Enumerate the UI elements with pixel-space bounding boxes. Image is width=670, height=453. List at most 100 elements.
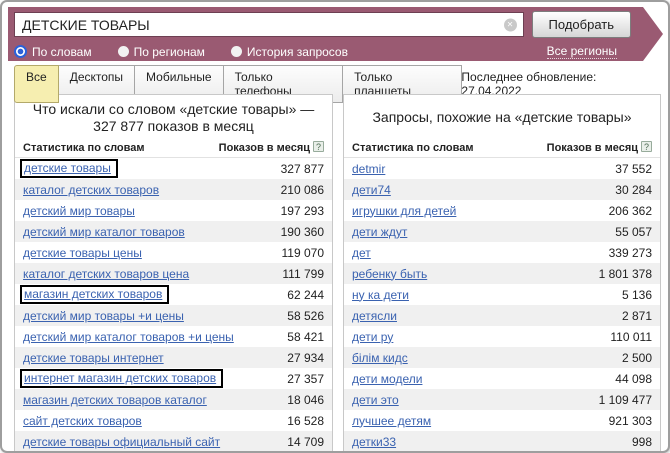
left-table: детские товары 327 877 каталог детских тов… bbox=[15, 158, 332, 452]
keyword-link[interactable]: detmir bbox=[352, 162, 385, 176]
right-column-headers: Статистика по словам Показов в месяц? bbox=[344, 137, 660, 158]
column-keyword-label: Статистика по словам bbox=[352, 142, 474, 154]
radio-icon bbox=[14, 45, 27, 58]
keyword-link[interactable]: магазин детских товаров bbox=[20, 285, 169, 304]
shows-value: 327 877 bbox=[281, 162, 324, 176]
search-header: × Подобрать По словам По регионам История … bbox=[8, 7, 663, 61]
table-row: детские товары интернет27 934 bbox=[15, 347, 332, 368]
shows-value: 1 801 378 bbox=[599, 267, 652, 281]
shows-value: 55 057 bbox=[615, 225, 652, 239]
shows-value: 190 360 bbox=[281, 225, 324, 239]
shows-value: 339 273 bbox=[609, 246, 652, 260]
keyword-link[interactable]: детский мир каталог товаров bbox=[23, 225, 185, 239]
radio-icon bbox=[118, 46, 129, 57]
help-icon[interactable]: ? bbox=[313, 141, 324, 152]
table-row: детский мир каталог товаров +и цены58 42… bbox=[15, 326, 332, 347]
table-row: дети74 30 284 bbox=[344, 179, 660, 200]
shows-value: 2 500 bbox=[622, 351, 652, 365]
shows-value: 210 086 bbox=[281, 183, 324, 197]
keyword-link[interactable]: магазин детских товаров каталог bbox=[23, 393, 207, 407]
submit-button[interactable]: Подобрать bbox=[532, 11, 631, 38]
keyword-link[interactable]: детский мир каталог товаров +и цены bbox=[23, 330, 234, 344]
radio-label: По регионам bbox=[134, 45, 205, 59]
keyword-link[interactable]: дети ру bbox=[352, 330, 393, 344]
left-panel: Что искали со словом «детские товары» — … bbox=[14, 94, 333, 453]
wordstat-window: × Подобрать По словам По регионам История … bbox=[0, 0, 670, 453]
keyword-link[interactable]: дети модели bbox=[352, 372, 422, 386]
clear-icon[interactable]: × bbox=[504, 18, 517, 31]
table-row: дети модели44 098 bbox=[344, 368, 660, 389]
shows-value: 37 552 bbox=[615, 162, 652, 176]
shows-value: 197 293 bbox=[281, 204, 324, 218]
column-shows-label: Показов в месяц? bbox=[547, 141, 652, 154]
keyword-link[interactable]: детский мир товары bbox=[23, 204, 135, 218]
table-row: детясли 2 871 bbox=[344, 305, 660, 326]
table-row: каталог детских товаров 210 086 bbox=[15, 179, 332, 200]
right-panel-title: Запросы, похожие на «детские товары» bbox=[344, 95, 660, 137]
shows-value: 30 284 bbox=[615, 183, 652, 197]
table-row: игрушки для детей206 362 bbox=[344, 200, 660, 221]
keyword-link[interactable]: детки33 bbox=[352, 435, 396, 449]
table-row: интернет магазин детских товаров 27 357 bbox=[15, 368, 332, 389]
keyword-link[interactable]: лучшее детям bbox=[352, 414, 431, 428]
keyword-link[interactable]: детясли bbox=[352, 309, 397, 323]
table-row: каталог детских товаров цена 111 799 bbox=[15, 263, 332, 284]
table-row: білім кидс 2 500 bbox=[344, 347, 660, 368]
table-row: детские товары 327 877 bbox=[15, 158, 332, 179]
table-row: detmir 37 552 bbox=[344, 158, 660, 179]
keyword-link[interactable]: білім кидс bbox=[352, 351, 408, 365]
shows-value: 16 528 bbox=[287, 414, 324, 428]
search-input[interactable] bbox=[14, 12, 524, 37]
radio-option-0[interactable]: По словам bbox=[14, 45, 92, 59]
table-row: магазин детских товаров62 244 bbox=[15, 284, 332, 305]
shows-value: 14 709 bbox=[287, 435, 324, 449]
table-row: дети ждут 55 057 bbox=[344, 221, 660, 242]
shows-value: 5 136 bbox=[622, 288, 652, 302]
keyword-link[interactable]: детские товары интернет bbox=[23, 351, 164, 365]
column-keyword-label: Статистика по словам bbox=[23, 142, 145, 154]
radio-option-1[interactable]: По регионам bbox=[118, 45, 205, 59]
help-icon[interactable]: ? bbox=[641, 141, 652, 152]
keyword-link[interactable]: игрушки для детей bbox=[352, 204, 456, 218]
keyword-link[interactable]: детские товары цены bbox=[23, 246, 142, 260]
shows-value: 110 011 bbox=[610, 330, 652, 344]
shows-value: 111 799 bbox=[282, 267, 324, 281]
shows-value: 119 070 bbox=[282, 246, 325, 260]
radio-option-2[interactable]: История запросов bbox=[231, 45, 348, 59]
table-row: детки33998 bbox=[344, 431, 660, 452]
table-row: детский мир товары +и цены58 526 bbox=[15, 305, 332, 326]
keyword-link[interactable]: ребенку быть bbox=[352, 267, 427, 281]
table-row: дети ру 110 011 bbox=[344, 326, 660, 347]
keyword-link[interactable]: каталог детских товаров bbox=[23, 183, 159, 197]
keyword-link[interactable]: дети это bbox=[352, 393, 399, 407]
keyword-link[interactable]: дет bbox=[352, 246, 371, 260]
shows-value: 921 303 bbox=[609, 414, 652, 428]
shows-value: 2 871 bbox=[622, 309, 652, 323]
stats-panels: Что искали со словом «детские товары» — … bbox=[14, 94, 661, 453]
keyword-link[interactable]: ну ка дети bbox=[352, 288, 409, 302]
keyword-link[interactable]: интернет магазин детских товаров bbox=[20, 369, 223, 388]
keyword-link[interactable]: детские товары bbox=[20, 159, 118, 178]
shows-value: 27 357 bbox=[287, 372, 324, 386]
keyword-link[interactable]: детский мир товары +и цены bbox=[23, 309, 184, 323]
keyword-link[interactable]: дети ждут bbox=[352, 225, 407, 239]
keyword-link[interactable]: каталог детских товаров цена bbox=[23, 267, 189, 281]
mode-radio-row: По словам По регионам История запросов Все… bbox=[14, 44, 631, 59]
table-row: детский мир товары 197 293 bbox=[15, 200, 332, 221]
table-row: детские товары официальный сайт 14 709 bbox=[15, 431, 332, 452]
tab-0[interactable]: Все bbox=[14, 65, 59, 103]
table-row: детский мир каталог товаров 190 360 bbox=[15, 221, 332, 242]
all-regions-link[interactable]: Все регионы bbox=[547, 44, 617, 59]
table-row: дети это 1 109 477 bbox=[344, 389, 660, 410]
keyword-link[interactable]: сайт детских товаров bbox=[23, 414, 142, 428]
keyword-link[interactable]: дети74 bbox=[352, 183, 391, 197]
right-table: detmir 37 552 дети74 30 284 игрушки для дете… bbox=[344, 158, 660, 452]
left-column-headers: Статистика по словам Показов в месяц? bbox=[15, 137, 332, 158]
radio-label: История запросов bbox=[247, 45, 348, 59]
keyword-link[interactable]: детские товары официальный сайт bbox=[23, 435, 220, 449]
radio-icon bbox=[231, 46, 242, 57]
table-row: детские товары цены 119 070 bbox=[15, 242, 332, 263]
radio-label: По словам bbox=[32, 45, 92, 59]
table-row: ну ка дети 5 136 bbox=[344, 284, 660, 305]
shows-value: 1 109 477 bbox=[599, 393, 652, 407]
